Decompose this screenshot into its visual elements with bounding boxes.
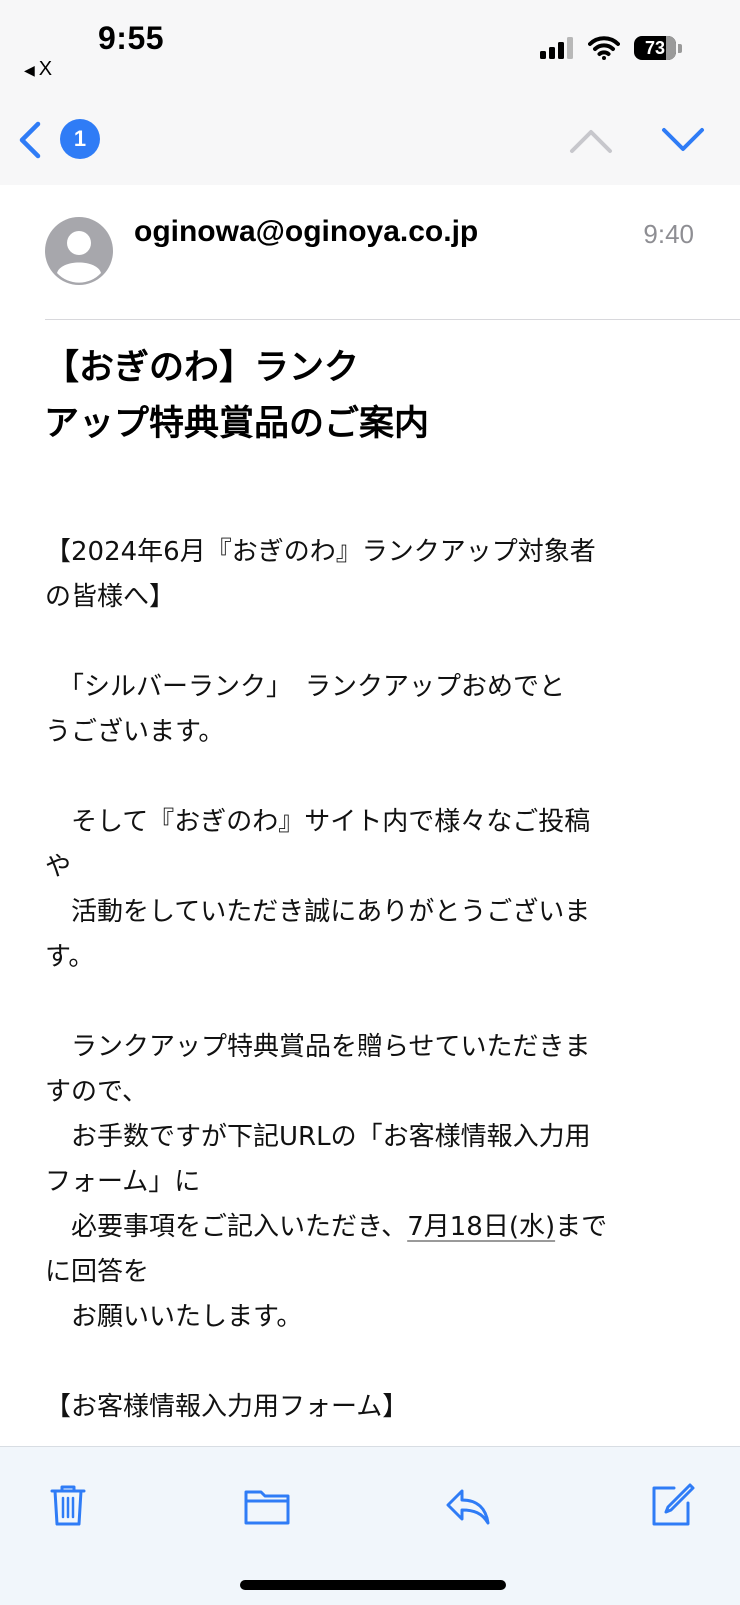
folder-icon[interactable] <box>243 1481 291 1529</box>
body-line: そして『おぎのわ』サイト内で様々なご投稿 <box>45 807 591 837</box>
body-line: の皆様へ】 <box>45 582 176 612</box>
date-link[interactable]: 7月18日(水) <box>407 1212 555 1242</box>
sender-avatar-icon[interactable] <box>45 217 113 285</box>
wifi-icon <box>588 36 620 60</box>
battery-icon: 73 <box>634 36 682 60</box>
body-line: フォーム」に <box>45 1167 201 1197</box>
unread-count-badge[interactable]: 1 <box>60 119 100 159</box>
compose-icon[interactable] <box>648 1481 696 1529</box>
body-text: 必要事項をご記入いただき、 <box>45 1212 408 1242</box>
body-line: お手数ですが下記URLの「お客様情報入力用 <box>45 1122 591 1152</box>
body-text: まで <box>555 1212 608 1242</box>
status-time: 9:55 <box>98 20 165 56</box>
message-header: oginowa@oginoya.co.jp 9:40 <box>0 185 740 320</box>
body-line: すので、 <box>45 1077 148 1107</box>
trash-icon[interactable] <box>44 1481 92 1529</box>
sender-address[interactable]: oginowa@oginoya.co.jp <box>134 215 478 249</box>
reply-icon[interactable] <box>444 1481 492 1529</box>
home-indicator[interactable] <box>240 1580 506 1590</box>
back-chevron-icon[interactable] <box>16 120 44 160</box>
body-line: 【お客様情報入力用フォーム】 <box>45 1392 409 1422</box>
mail-nav-bar: 1 <box>0 95 740 185</box>
back-triangle-icon: ◀ <box>24 62 35 78</box>
body-line: お願いいたします。 <box>45 1302 303 1332</box>
subject-line: アップ特典賞品のご案内 <box>44 404 430 444</box>
status-bar: 9:55 ◀ X 73 <box>0 0 740 95</box>
body-line: 「シルバーランク」 ランクアップおめでと <box>45 672 566 702</box>
message-body: 【2024年6月『おぎのわ』ランクアップ対象者 の皆様へ】 「シルバーランク」 … <box>45 530 705 1430</box>
body-line: に回答を <box>45 1257 150 1287</box>
body-line: や <box>45 852 72 882</box>
subject-line: 【おぎのわ】ランク <box>44 348 360 388</box>
body-line: ランクアップ特典賞品を贈らせていただきま <box>45 1032 591 1062</box>
next-message-chevron-icon[interactable] <box>660 125 706 155</box>
body-line: 活動をしていただき誠にありがとうございま <box>45 897 591 927</box>
message-subject: 【おぎのわ】ランク アップ特典賞品のご案内 <box>44 340 429 452</box>
body-line: 必要事項をご記入いただき、7月18日(水)まで <box>45 1205 705 1250</box>
back-app-label: X <box>38 58 53 80</box>
previous-message-chevron-icon[interactable] <box>568 125 614 155</box>
body-line: うございます。 <box>45 717 225 747</box>
message-time: 9:40 <box>643 219 694 249</box>
body-line: 【2024年6月『おぎのわ』ランクアップ対象者 <box>45 537 596 567</box>
body-line: す。 <box>45 942 95 972</box>
header-divider <box>45 319 740 320</box>
cellular-signal-icon <box>540 37 573 59</box>
battery-level: 73 <box>644 38 666 58</box>
back-to-app-button[interactable]: ◀ X <box>24 58 52 81</box>
status-icons: 73 <box>540 36 682 60</box>
